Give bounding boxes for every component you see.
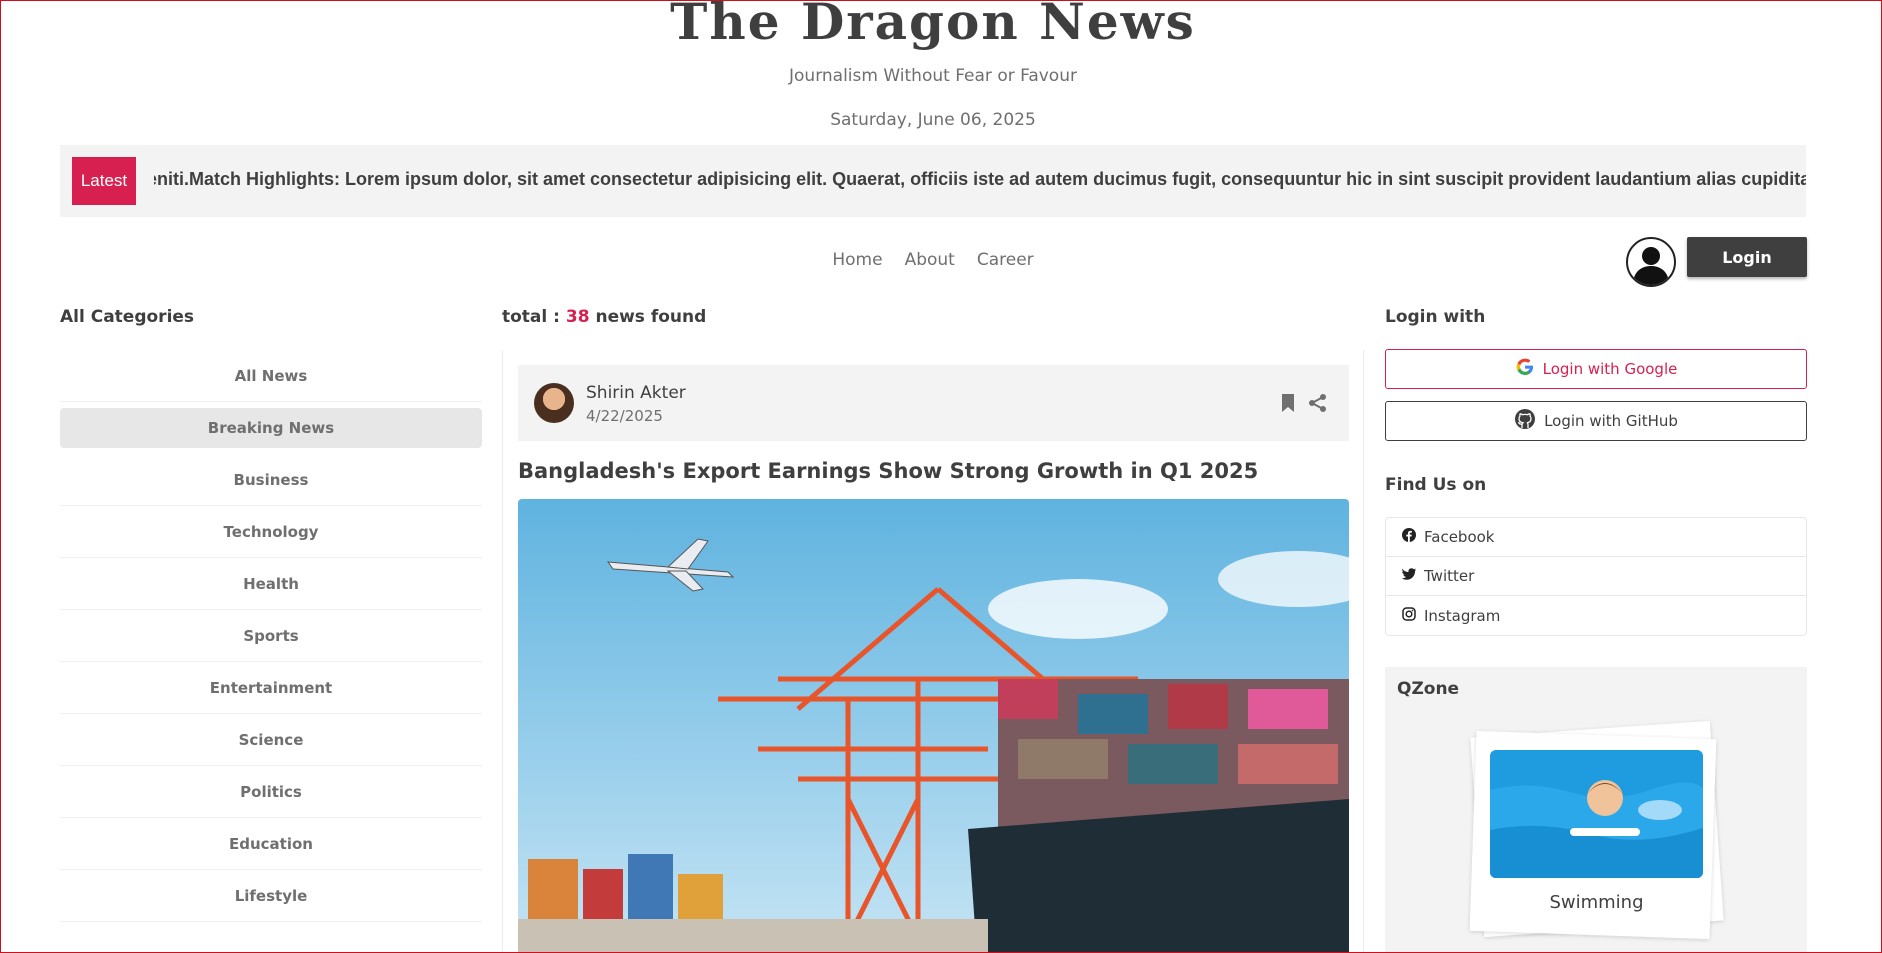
categories-title: All Categories [60,307,195,327]
user-avatar-icon[interactable] [1626,237,1676,287]
login-button[interactable]: Login [1687,237,1807,277]
category-science[interactable]: Science [60,714,482,766]
facebook-label: Facebook [1424,528,1495,546]
social-instagram[interactable]: Instagram [1386,596,1806,635]
instagram-icon [1402,606,1416,625]
author-avatar [534,383,574,423]
facebook-icon [1402,528,1416,546]
twitter-label: Twitter [1424,567,1475,585]
ticker-text[interactable]: leniti.Match Highlights: Lorem ipsum dol… [154,169,1806,190]
cargo-port-image[interactable] [518,499,1349,953]
total-prefix: total : [502,307,560,327]
category-breaking-news[interactable]: Breaking News [60,408,482,448]
google-icon [1515,357,1535,381]
category-lifestyle[interactable]: Lifestyle [60,870,482,922]
nav-about[interactable]: About [905,250,955,270]
google-label: Login with Google [1542,360,1678,378]
latest-news-ticker: Latest leniti.Match Highlights: Lorem ip… [60,145,1806,217]
category-health[interactable]: Health [60,558,482,610]
bookmark-icon[interactable] [1278,393,1298,413]
github-icon [1514,408,1536,434]
category-list: All News Breaking News Business Technolo… [60,350,482,922]
social-facebook[interactable]: Facebook [1386,518,1806,557]
swimming-label: Swimming [1549,892,1644,913]
qzone-panel: QZone Swimming [1385,667,1807,953]
share-icon[interactable] [1308,393,1328,413]
site-tagline: Journalism Without Fear or Favour [789,66,1077,86]
ticker-window: leniti.Match Highlights: Lorem ipsum dol… [154,145,1806,217]
news-column: Shirin Akter 4/22/2025 Bangladesh's Expo… [502,350,1364,953]
qzone-title: QZone [1397,679,1460,699]
category-technology[interactable]: Technology [60,506,482,558]
latest-badge[interactable]: Latest [72,157,136,205]
nav-home[interactable]: Home [832,250,882,270]
category-business[interactable]: Business [60,454,482,506]
total-suffix: news found [595,307,707,327]
login-github-button[interactable]: Login with GitHub [1385,401,1807,441]
author-name: Shirin Akter [586,383,686,403]
category-education[interactable]: Education [60,818,482,870]
category-politics[interactable]: Politics [60,766,482,818]
total-count: 38 [565,307,590,327]
instagram-label: Instagram [1424,606,1501,625]
main-nav: Home About Career [0,250,1866,270]
news-headline[interactable]: Bangladesh's Export Earnings Show Strong… [518,459,1349,483]
category-all-news[interactable]: All News [60,350,482,402]
twitter-icon [1401,567,1416,585]
find-us-title: Find Us on [1385,475,1487,495]
social-twitter[interactable]: Twitter [1386,557,1806,596]
card-header: Shirin Akter 4/22/2025 [518,365,1349,441]
category-entertainment[interactable]: Entertainment [60,662,482,714]
site-title: The Dragon News [670,0,1196,51]
news-count: total : 38 news found [502,307,706,327]
github-label: Login with GitHub [1544,412,1678,430]
nav-career[interactable]: Career [977,250,1034,270]
news-card: Shirin Akter 4/22/2025 Bangladesh's Expo… [518,365,1349,953]
login-google-button[interactable]: Login with Google [1385,349,1807,389]
current-date: Saturday, June 06, 2025 [830,110,1036,130]
publish-date: 4/22/2025 [586,407,663,425]
login-with-title: Login with [1385,307,1486,327]
swimming-image[interactable] [1490,750,1703,878]
social-links: Facebook Twitter Instagram [1385,517,1807,636]
category-sports[interactable]: Sports [60,610,482,662]
